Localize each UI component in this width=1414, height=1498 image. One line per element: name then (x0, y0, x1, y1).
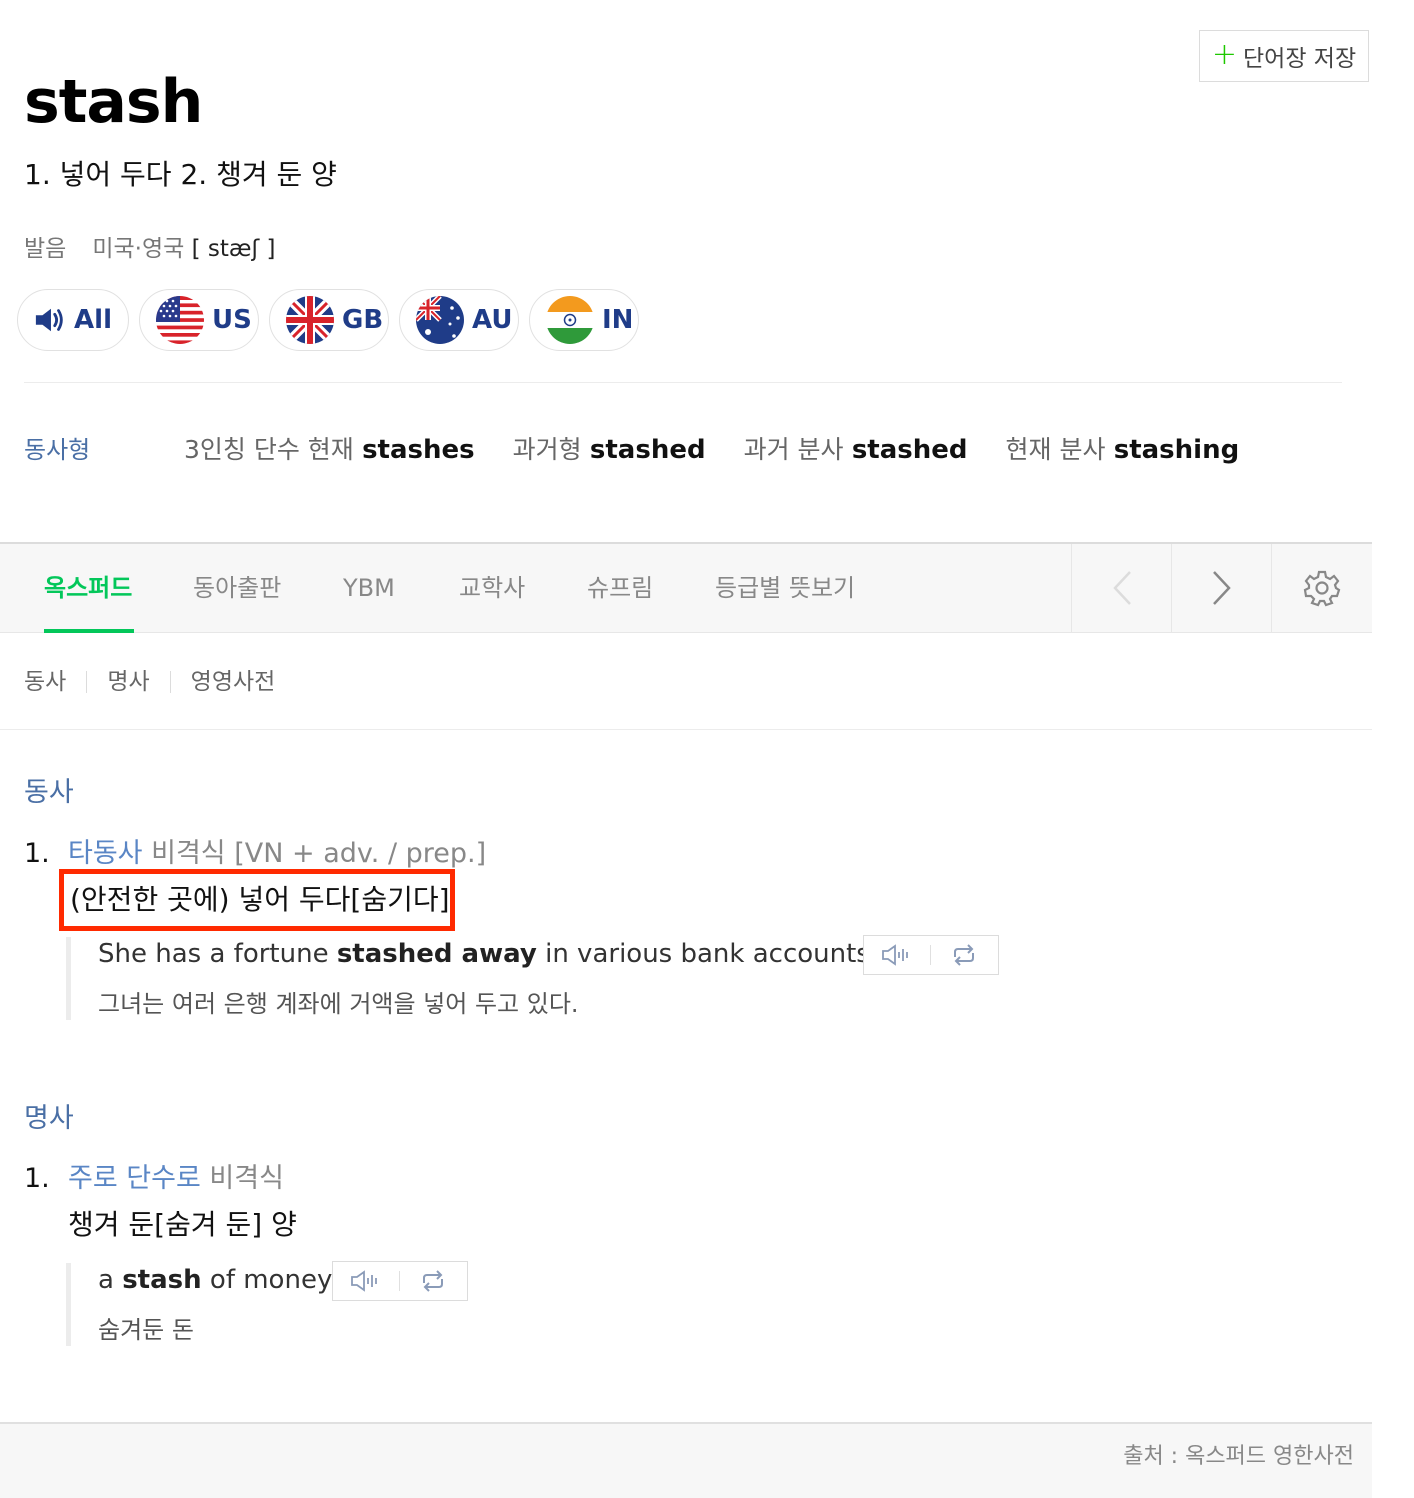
noun-meaning: 챙겨 둔[숨겨 둔] 양 (68, 1208, 297, 1241)
separator (169, 671, 171, 693)
example-repeat-button[interactable] (931, 936, 997, 974)
plus-icon: + (1211, 37, 1237, 72)
speaker-outline-icon (882, 944, 908, 966)
sense-number: 1. (24, 1163, 50, 1194)
example-play-button[interactable] (864, 936, 930, 974)
example-bar (66, 1263, 71, 1346)
settings-button[interactable] (1271, 544, 1372, 632)
play-gb-button[interactable]: GB (269, 289, 389, 351)
gear-icon (1303, 570, 1341, 607)
pronunciation-region: 미국·영국 (92, 236, 185, 262)
conj-third-person: 3인칭 단수 현재 stashes (184, 435, 475, 465)
gb-flag-icon (286, 296, 334, 344)
verb-example-en: She has a fortune stashed away in variou… (98, 939, 879, 969)
verb-example-ko: 그녀는 여러 은행 계좌에 거액을 넣어 두고 있다. (98, 990, 579, 1018)
subtab-verb[interactable]: 동사 (24, 664, 66, 700)
headword: stash (24, 67, 203, 137)
speaker-icon (35, 308, 63, 332)
conj-past: 과거형 stashed (512, 435, 706, 465)
noun-example-en: a stash of money (98, 1265, 333, 1295)
au-label: AU (472, 305, 513, 335)
verb-heading: 동사 (24, 777, 74, 808)
divider (24, 382, 1342, 383)
conjugation-forms: 3인칭 단수 현재 stashes 과거형 stashed 과거 분사 stas… (184, 432, 1239, 468)
tab-next-button[interactable] (1171, 544, 1272, 632)
all-label: All (74, 305, 112, 335)
us-label: US (212, 305, 252, 335)
tab-oxford[interactable]: 옥스퍼드 (44, 570, 132, 606)
speaker-outline-icon (351, 1270, 377, 1292)
repeat-icon (423, 1270, 443, 1292)
in-flag-icon (546, 296, 594, 344)
conj-present-participle: 현재 분사 stashing (1005, 435, 1240, 465)
example-audio-controls (332, 1261, 468, 1301)
tab-supreme[interactable]: 슈프림 (587, 570, 653, 606)
noun-heading: 명사 (24, 1103, 74, 1134)
in-label: IN (602, 305, 634, 335)
separator (86, 671, 88, 693)
conjugation-label: 동사형 (24, 436, 91, 464)
part-of-speech-subtabs: 동사 명사 영영사전 (24, 664, 275, 700)
play-all-button[interactable]: All (17, 289, 129, 351)
noun-grammar-info: 주로 단수로 비격식 (68, 1163, 284, 1194)
play-in-button[interactable]: IN (529, 289, 639, 351)
noun-usage-link[interactable]: 주로 단수로 (68, 1163, 201, 1194)
au-flag-icon (416, 296, 464, 344)
example-audio-controls (863, 935, 999, 975)
save-to-wordbook-button[interactable]: + 단어장 저장 (1199, 30, 1369, 82)
play-us-button[interactable]: US (139, 289, 259, 351)
noun-example-ko: 숨겨둔 돈 (98, 1316, 194, 1344)
gb-label: GB (342, 305, 384, 335)
repeat-icon (954, 944, 974, 966)
example-bar (66, 937, 71, 1020)
pronunciation-label: 발음 (24, 236, 67, 262)
tab-level-meaning[interactable]: 등급별 뜻보기 (715, 570, 855, 606)
highlighted-meaning-box: (안전한 곳에) 넣어 두다[숨기다] (59, 869, 455, 931)
verb-grammar-info: 타동사 비격식 [VN + adv. / prep.] (68, 838, 487, 869)
verb-type-link[interactable]: 타동사 (68, 838, 143, 869)
subtab-noun[interactable]: 명사 (107, 664, 149, 700)
chevron-left-icon (1113, 571, 1131, 605)
save-button-label: 단어장 저장 (1243, 46, 1357, 72)
tab-donga[interactable]: 동아출판 (193, 570, 281, 606)
subtab-english-english[interactable]: 영영사전 (191, 664, 276, 700)
divider (0, 729, 1372, 730)
example-play-button[interactable] (333, 1262, 399, 1300)
us-flag-icon (156, 296, 204, 344)
verb-meaning: (안전한 곳에) 넣어 두다[숨기다] (70, 883, 450, 916)
example-repeat-button[interactable] (400, 1262, 466, 1300)
play-au-button[interactable]: AU (399, 289, 519, 351)
tab-kyohak[interactable]: 교학사 (459, 570, 525, 606)
pronunciation-ipa: [ stæʃ ] (191, 236, 276, 262)
chevron-right-icon (1213, 571, 1231, 605)
source-text: 출처 : 옥스퍼드 영한사전 (1123, 1444, 1354, 1469)
conj-past-participle: 과거 분사 stashed (743, 435, 968, 465)
active-tab-indicator (44, 629, 134, 633)
sense-number: 1. (24, 838, 50, 869)
tab-prev-button[interactable] (1071, 544, 1172, 632)
tab-ybm[interactable]: YBM (343, 570, 395, 606)
meaning-summary: 1. 넣어 두다 2. 챙겨 둔 양 (24, 158, 337, 191)
pronunciation-row: 발음 미국·영국 [ stæʃ ] (24, 232, 275, 266)
